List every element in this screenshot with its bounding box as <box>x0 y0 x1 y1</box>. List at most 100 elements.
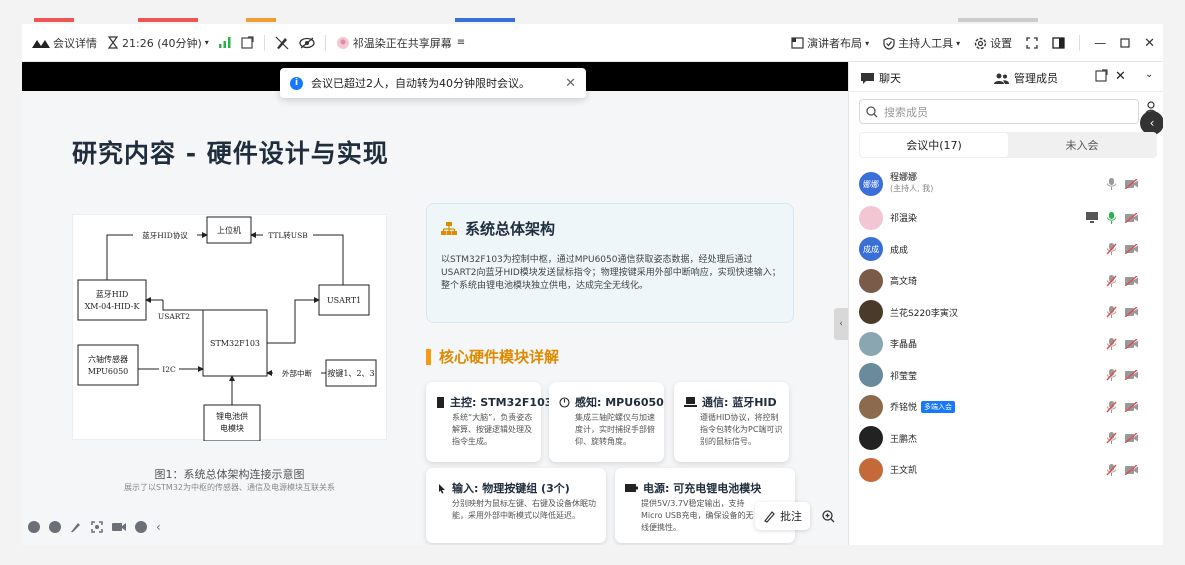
sidebar-toggle-icon[interactable] <box>1052 37 1065 49</box>
meeting-timer[interactable]: 21:26 (40分钟) ▾ <box>107 35 209 51</box>
member-status-segment: 会议中(17) 未入会 <box>859 132 1157 158</box>
member-row[interactable]: 祁温染 <box>849 202 1163 234</box>
close-icon[interactable]: ✕ <box>1144 36 1155 51</box>
member-row[interactable]: 王文凯 <box>849 454 1163 486</box>
avatar <box>859 331 883 356</box>
slide-title: 研究内容 - 硬件设计与实现 <box>72 139 389 168</box>
mic-muted-icon[interactable] <box>1106 243 1117 256</box>
meeting-toolbar: 会议详情 21:26 (40分钟) ▾ 祁温染正在共享屏幕 ≡ 演讲者布局 ▾ … <box>22 24 1163 62</box>
mic-muted-icon[interactable] <box>1106 306 1117 319</box>
toast-close-icon[interactable]: ✕ <box>565 76 576 91</box>
host-tools-button[interactable]: 主持人工具 ▾ <box>883 35 960 51</box>
member-row[interactable]: 祁莹莹 <box>849 360 1163 392</box>
camera-icon[interactable] <box>112 522 126 532</box>
member-row[interactable]: 李晶晶 <box>849 328 1163 360</box>
presenter-layout-button[interactable]: 演讲者布局 ▾ <box>791 35 869 51</box>
chevron-down-icon[interactable]: ⌄ <box>1145 69 1153 80</box>
mic-muted-icon[interactable] <box>1106 369 1117 382</box>
member-name: 李晶晶 <box>890 337 917 350</box>
popout-icon[interactable] <box>241 36 254 49</box>
member-name-text: 王鹏杰 <box>890 434 918 445</box>
camera-off-icon[interactable] <box>1125 464 1138 475</box>
camera-off-icon[interactable] <box>1125 338 1138 349</box>
tab-chat[interactable]: 聊天 <box>861 70 901 86</box>
member-row[interactable]: 兰花S220李寅汉 <box>849 297 1163 329</box>
camera-off-icon[interactable] <box>1125 212 1138 223</box>
battery-icon <box>625 484 638 492</box>
share-status[interactable]: 祁温染正在共享屏幕 ≡ <box>336 35 465 51</box>
member-name-text: 高文琦 <box>890 277 918 288</box>
presenter-layout-label: 演讲者布局 <box>807 37 863 50</box>
settings-button[interactable]: 设置 <box>974 35 1012 51</box>
annotate-button[interactable]: 批注 <box>755 502 810 530</box>
architecture-diagram: 上位机 蓝牙HID XM-04-HID-K USART1 STM32F103 六… <box>72 214 387 441</box>
diagram-edge-ttl-label: TTL转USB <box>268 230 308 240</box>
member-name-text: 程娜娜 <box>890 173 918 183</box>
member-row[interactable]: 乔铭悦 多端入会 <box>849 391 1163 423</box>
screenshot-icon[interactable] <box>91 521 103 533</box>
time-limit-toast: i 会议已超过2人，自动转为40分钟限时会议。 ✕ <box>280 68 586 98</box>
module-card-desc: 遵循HID协议，将控制指令包转化为PC端可识别的鼠标信号。 <box>700 413 783 446</box>
camera-off-icon[interactable] <box>1125 433 1138 444</box>
zoom-in-icon[interactable] <box>817 505 839 527</box>
minimize-icon[interactable]: — <box>1094 36 1106 50</box>
maximize-icon[interactable] <box>1120 38 1130 48</box>
users-icon <box>994 73 1009 84</box>
meeting-details-button[interactable]: 会议详情 <box>32 35 97 51</box>
pen-icon[interactable] <box>70 521 82 533</box>
menu-icon: ≡ <box>456 37 466 48</box>
panel-collapse-tab[interactable]: ‹ <box>834 308 848 340</box>
next-slide-icon[interactable] <box>49 521 61 533</box>
mic-muted-icon[interactable] <box>1106 337 1117 350</box>
shield-icon <box>883 36 895 50</box>
search-placeholder: 搜索成员 <box>884 105 928 119</box>
chip-icon <box>436 396 445 408</box>
meeting-details-label: 会议详情 <box>53 36 97 50</box>
popout-panel-icon[interactable] <box>1095 69 1108 82</box>
members-panel: 聊天 管理成员 ✕ ⌄ 搜索成员 ‹ 会议中(17) 未入会 娜娜 程娜娜 (主持人… <box>848 62 1163 545</box>
avatar <box>859 363 883 388</box>
module-card-desc: 提供5V/3.7V稳定输出，支持Micro USB充电，确保设备的无线便携性。 <box>641 499 754 532</box>
camera-off-icon[interactable] <box>1125 370 1138 381</box>
mic-muted-icon[interactable] <box>1106 400 1117 413</box>
camera-off-icon[interactable] <box>1125 307 1138 318</box>
tab-members[interactable]: 管理成员 <box>994 70 1058 86</box>
member-name: 高文琦 <box>890 274 917 287</box>
member-row[interactable]: 成成 成成 <box>849 234 1163 266</box>
tab-members-label: 管理成员 <box>1014 72 1058 85</box>
avatar <box>859 394 883 419</box>
diagram-battery-label: 锂电池供 <box>216 411 248 421</box>
fullscreen-icon[interactable] <box>1026 37 1038 49</box>
timer-label: 21:26 (40分钟) <box>122 36 202 50</box>
module-card-bluetooth: 通信: 蓝牙HID 遵循HID协议，将控制指令包转化为PC端可识别的鼠标信号。 <box>674 382 789 462</box>
camera-off-icon[interactable] <box>1125 244 1138 255</box>
member-search-input[interactable]: 搜索成员 <box>859 99 1139 124</box>
segment-not-joined[interactable]: 未入会 <box>1008 133 1156 157</box>
hourglass-icon <box>107 36 119 49</box>
segment-in-meeting[interactable]: 会议中(17) <box>860 133 1008 157</box>
mic-icon[interactable] <box>1106 211 1117 224</box>
member-row[interactable]: 高文琦 <box>849 265 1163 297</box>
annotation-pen-icon[interactable] <box>275 36 289 50</box>
member-row[interactable]: 娜娜 程娜娜 (主持人, 我) <box>849 166 1163 202</box>
hide-view-icon[interactable] <box>299 37 315 49</box>
host-tools-label: 主持人工具 <box>898 37 954 50</box>
mic-muted-icon[interactable] <box>1106 274 1117 287</box>
camera-off-icon[interactable] <box>1125 401 1138 412</box>
avatar <box>859 457 883 482</box>
signal-icon[interactable] <box>218 37 231 48</box>
camera-off-icon[interactable] <box>1125 179 1138 189</box>
presentation-controls: ‹ <box>28 520 161 534</box>
mic-muted-icon[interactable] <box>1106 463 1117 476</box>
member-row[interactable]: 王鹏杰 <box>849 423 1163 455</box>
member-name: 王文凯 <box>890 463 917 476</box>
mic-icon[interactable] <box>1106 178 1117 190</box>
module-card-imu: 感知: MPU6050 集成三轴陀螺仪与加速度计，实时捕捉手部俯仰、旋转角度。 <box>549 382 664 462</box>
camera-off-icon[interactable] <box>1125 275 1138 286</box>
mic-muted-icon[interactable] <box>1106 432 1117 445</box>
more-icon[interactable] <box>135 521 147 533</box>
collapse-controls-icon[interactable]: ‹ <box>156 520 161 534</box>
prev-slide-icon[interactable] <box>28 521 40 533</box>
system-architecture-title: 系统总体架构 <box>465 220 556 238</box>
close-panel-icon[interactable]: ✕ <box>1115 69 1126 84</box>
